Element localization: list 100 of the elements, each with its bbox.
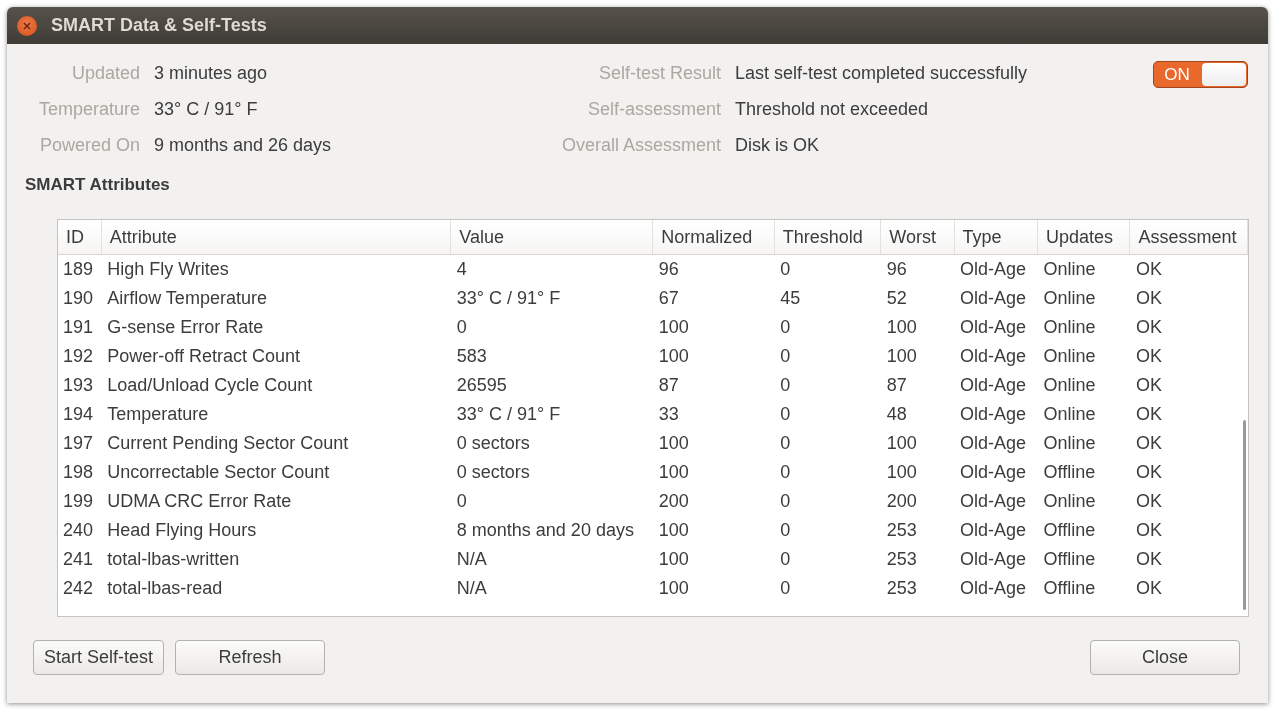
table-cell-text: 241 <box>62 548 95 571</box>
table-cell-text: 0 <box>779 432 792 455</box>
table-cell-text: OK <box>1134 432 1163 455</box>
table-cell-text: 0 <box>779 548 792 571</box>
table-cell-text: 192 <box>62 345 95 368</box>
table-cell-text: 198 <box>62 461 95 484</box>
table-cell-text: 190 <box>62 287 95 310</box>
column-header[interactable]: Value <box>450 220 653 255</box>
table-cell-text: 0 sectors <box>455 461 531 484</box>
info-label: Self-test Result <box>597 62 721 84</box>
table-cell: OK <box>1129 254 1248 284</box>
info-label: Temperature <box>37 98 140 120</box>
table-cell-text: Airflow Temperature <box>106 287 268 310</box>
table-cell-text: Old-Age <box>959 287 1028 310</box>
table-cell-text: 48 <box>885 403 908 426</box>
table-cell-text: OK <box>1134 374 1163 397</box>
table-cell-text: 100 <box>657 577 690 600</box>
table-cell-text: 26595 <box>455 374 508 397</box>
table-cell-text: 100 <box>885 432 918 455</box>
table-cell-text: Load/Unload Cycle Count <box>106 374 314 397</box>
table-cell-text: Temperature <box>106 403 210 426</box>
action-button[interactable]: Start Self-test <box>33 640 165 675</box>
table-cell-text: 200 <box>657 490 690 513</box>
table-cell-text: Old-Age <box>959 490 1028 513</box>
table-cell-text: 194 <box>62 403 95 426</box>
table-cell-text: Old-Age <box>959 577 1028 600</box>
table-cell: High Fly Writes <box>101 254 451 284</box>
table-cell-text: Online <box>1042 345 1097 368</box>
info-label: Updated <box>70 62 140 84</box>
table-cell-text: Offline <box>1042 548 1097 571</box>
table-cell-text: 0 sectors <box>455 432 531 455</box>
table-cell-text: 87 <box>885 374 908 397</box>
table-cell-text: 0 <box>455 490 468 513</box>
table-cell-text: 33° C / 91° F <box>455 403 562 426</box>
table-cell-text: total-lbas-written <box>106 548 241 571</box>
window-title: SMART Data & Self-Tests <box>51 15 267 36</box>
table-cell-text: Old-Age <box>959 519 1028 542</box>
table-cell-text: OK <box>1134 577 1163 600</box>
table-cell: 4 <box>450 254 653 284</box>
table-cell-text: 200 <box>885 490 918 513</box>
table-cell-text: 33 <box>657 403 680 426</box>
table-cell: 189 <box>58 254 102 284</box>
column-header[interactable]: Attribute <box>101 220 451 255</box>
close-button[interactable]: Close <box>1090 640 1240 675</box>
table-cell-text: 0 <box>779 374 792 397</box>
info-label: Self-assessment <box>586 98 721 120</box>
table-cell-text: Old-Age <box>959 432 1028 455</box>
table-cell-text: OK <box>1134 490 1163 513</box>
table-cell-text: OK <box>1134 345 1163 368</box>
table-cell-text: 0 <box>779 316 792 339</box>
table-cell-text: N/A <box>455 577 488 600</box>
table-cell-text: OK <box>1134 519 1163 542</box>
column-header[interactable]: ID <box>58 220 102 255</box>
table-cell-text: 87 <box>657 374 680 397</box>
table-cell-text: 242 <box>62 577 95 600</box>
table-cell-text: 100 <box>657 461 690 484</box>
table-cell-text: UDMA CRC Error Rate <box>106 490 293 513</box>
table-cell: 96 <box>880 254 955 284</box>
table-cell-text: Offline <box>1042 577 1097 600</box>
table-cell-text: 100 <box>885 345 918 368</box>
info-value: 9 months and 26 days <box>154 134 333 156</box>
table-cell-text: OK <box>1134 403 1163 426</box>
table-cell-text: 100 <box>885 461 918 484</box>
info-value: Threshold not exceeded <box>735 98 930 120</box>
table-cell-text: 8 months and 20 days <box>455 519 635 542</box>
table-cell-text: OK <box>1134 461 1163 484</box>
table-cell: Online <box>1037 254 1130 284</box>
info-value: Last self-test completed successfully <box>735 62 1028 84</box>
table-cell-text: OK <box>1134 316 1163 339</box>
table-cell-text: 0 <box>779 490 792 513</box>
table-cell-text: 100 <box>657 519 690 542</box>
table-cell: Old-Age <box>954 254 1038 284</box>
scrollbar-thumb[interactable] <box>1243 420 1246 610</box>
column-header[interactable]: Updates <box>1037 220 1130 255</box>
table-cell-text: total-lbas-read <box>106 577 224 600</box>
table-cell-text: 199 <box>62 490 95 513</box>
info-label: Overall Assessment <box>560 134 721 156</box>
table-cell-text: 0 <box>455 316 468 339</box>
table-cell-text: Offline <box>1042 519 1097 542</box>
column-header[interactable]: Worst <box>880 220 955 255</box>
table-cell-text: Online <box>1042 403 1097 426</box>
table-cell-text: Online <box>1042 374 1097 397</box>
table-cell-text: 253 <box>885 577 918 600</box>
table-cell-text: Online <box>1042 287 1097 310</box>
column-header[interactable]: Type <box>954 220 1038 255</box>
table-cell-text: Old-Age <box>959 461 1028 484</box>
close-icon[interactable] <box>17 15 37 36</box>
section-title: SMART Attributes <box>25 175 171 195</box>
table-cell-text: 240 <box>62 519 95 542</box>
table-cell: 0 <box>774 254 881 284</box>
action-button[interactable]: Refresh <box>175 640 326 675</box>
table-cell-text: Old-Age <box>959 548 1028 571</box>
table-cell: 96 <box>652 254 775 284</box>
column-header[interactable]: Threshold <box>774 220 881 255</box>
column-header[interactable]: Normalized <box>652 220 775 255</box>
info-value: 33° C / 91° F <box>154 98 259 120</box>
table-cell-text: 0 <box>779 577 792 600</box>
column-header[interactable]: Assessment <box>1129 220 1248 255</box>
table-cell-text: N/A <box>455 548 488 571</box>
table-cell-text: 253 <box>885 519 918 542</box>
